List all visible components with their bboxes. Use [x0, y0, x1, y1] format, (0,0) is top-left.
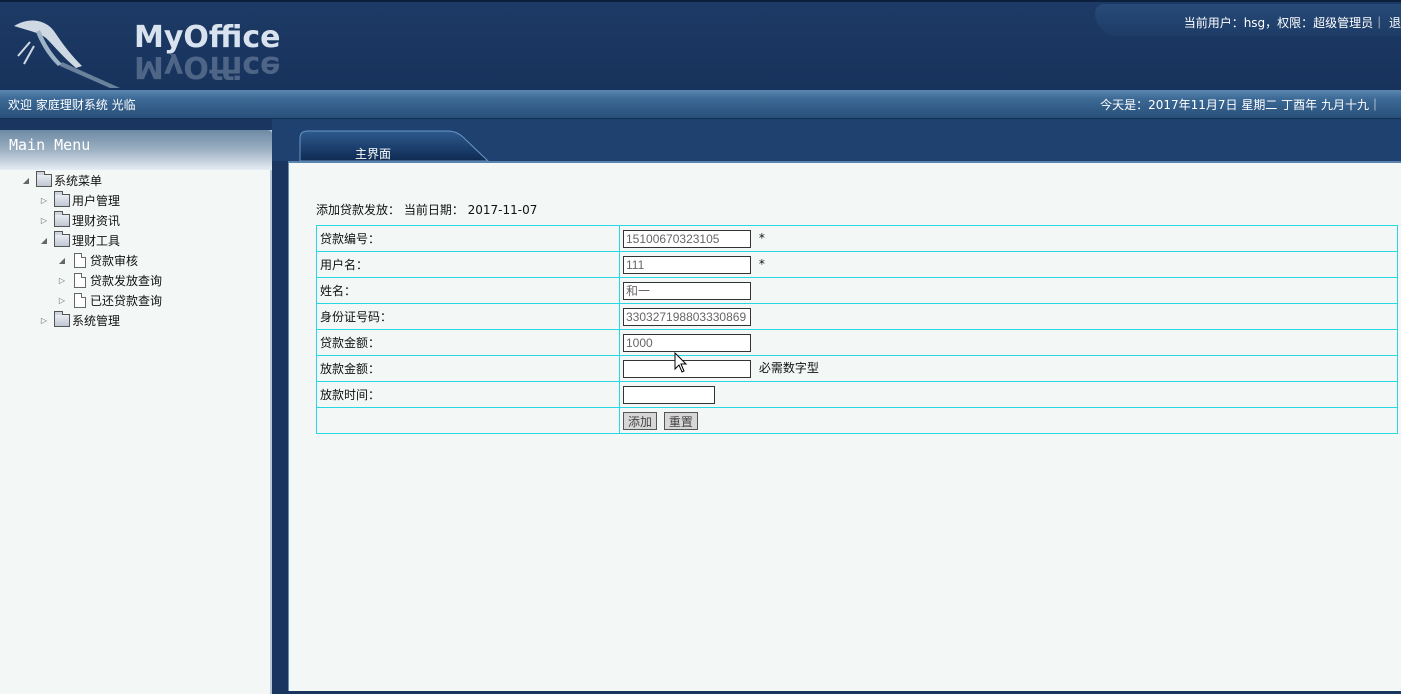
app-title: MyOffice	[134, 20, 281, 55]
button-cell: 添加 重置	[619, 407, 1398, 434]
welcome-bar: 欢迎 家庭理财系统 光临 今天是：2017年11月7日 星期二 丁酉年 九月十九…	[0, 90, 1401, 119]
expanded-arrow-icon[interactable]: ◢	[38, 236, 50, 245]
folder-icon	[36, 170, 52, 187]
username-input[interactable]	[623, 255, 751, 274]
required-marker: *	[758, 257, 765, 271]
table-row: 身份证号码：	[316, 303, 1398, 330]
field-label: 放款金额：	[316, 355, 620, 382]
form-caption: 添加贷款发放： 当前日期： 2017-11-07	[316, 203, 538, 217]
disbursement-time-input[interactable]	[623, 385, 715, 404]
field-cell	[619, 303, 1398, 330]
collapsed-arrow-icon[interactable]: ▷	[56, 296, 68, 305]
logo-figure-icon	[14, 20, 120, 88]
table-row: 添加 重置	[316, 407, 1398, 434]
document-icon	[74, 292, 86, 308]
tree-item-finance-tools[interactable]: ◢ 理财工具	[38, 230, 121, 249]
user-info[interactable]: 当前用户：hsg，权限：超级管理员｜ 退	[1184, 14, 1401, 31]
loan-amount-input[interactable]	[623, 333, 751, 352]
tree-item-system-management[interactable]: ▷ 系统管理	[38, 310, 121, 329]
field-cell: *	[619, 225, 1398, 252]
main-content: 添加贷款发放： 当前日期： 2017-11-07 贷款编号： * 用户名： * …	[288, 161, 1401, 691]
field-cell	[619, 277, 1398, 304]
welcome-text: 欢迎 家庭理财系统 光临	[8, 98, 136, 112]
tree-item-label: 贷款发放查询	[90, 273, 163, 288]
field-cell: *	[619, 251, 1398, 278]
name-input[interactable]	[623, 281, 751, 300]
field-label: 放款时间：	[316, 381, 620, 408]
app-header: MyOffice MyOffice 当前用户：hsg，权限：超级管理员｜ 退	[0, 0, 1401, 90]
field-label: 贷款金额：	[316, 329, 620, 356]
tree-item-system-menu[interactable]: ◢ 系统菜单	[20, 170, 103, 189]
folder-icon	[54, 310, 70, 327]
field-cell	[619, 381, 1398, 408]
tab-main-interface[interactable]: 主界面	[298, 130, 493, 161]
field-label: 贷款编号：	[316, 225, 620, 252]
id-number-input[interactable]	[623, 307, 751, 326]
app-title-reflection: MyOffice	[134, 54, 281, 84]
menu-header: Main Menu	[0, 130, 272, 170]
field-label: 身份证号码：	[316, 303, 620, 330]
table-row: 贷款金额：	[316, 329, 1398, 356]
tree-item-loan-review[interactable]: ◢ 贷款审核	[56, 251, 138, 269]
collapsed-arrow-icon[interactable]: ▷	[38, 216, 50, 225]
expanded-arrow-icon[interactable]: ◢	[56, 256, 68, 265]
document-icon	[74, 272, 86, 288]
table-row: 姓名：	[316, 277, 1398, 304]
tree-item-label: 已还贷款查询	[90, 293, 163, 308]
reset-button[interactable]: 重置	[663, 411, 698, 430]
folder-icon	[54, 230, 70, 247]
current-date: 今天是：2017年11月7日 星期二 丁酉年 九月十九｜	[1100, 98, 1381, 112]
tree-item-user-management[interactable]: ▷ 用户管理	[38, 190, 121, 209]
tree-item-label: 系统管理	[72, 313, 121, 328]
tree-item-label: 系统菜单	[54, 173, 103, 188]
loan-number-input[interactable]	[623, 229, 751, 248]
tab-label: 主界面	[355, 147, 392, 161]
loan-form-table: 贷款编号： * 用户名： * 姓名： 身份证号码： 贷款	[316, 225, 1398, 434]
tree-item-loan-disbursement-query[interactable]: ▷ 贷款发放查询	[56, 271, 162, 289]
folder-icon	[54, 190, 70, 207]
menu-title: Main Menu	[9, 136, 91, 154]
tree-item-finance-news[interactable]: ▷ 理财资讯	[38, 210, 121, 229]
tree-item-label: 理财资讯	[72, 213, 121, 228]
numeric-hint: 必需数字型	[758, 361, 819, 376]
tab-shape	[299, 130, 489, 161]
tree-item-label: 用户管理	[72, 193, 121, 208]
folder-icon	[54, 210, 70, 227]
table-row: 用户名： *	[316, 251, 1398, 278]
tree-item-label: 理财工具	[72, 233, 121, 248]
expanded-arrow-icon[interactable]: ◢	[20, 176, 32, 185]
field-cell: 必需数字型	[619, 355, 1398, 382]
tree-item-repaid-loan-query[interactable]: ▷ 已还贷款查询	[56, 291, 162, 309]
table-row: 放款金额： 必需数字型	[316, 355, 1398, 382]
add-button[interactable]: 添加	[623, 411, 658, 430]
collapsed-arrow-icon[interactable]: ▷	[56, 276, 68, 285]
collapsed-arrow-icon[interactable]: ▷	[38, 196, 50, 205]
field-cell	[619, 329, 1398, 356]
table-row: 贷款编号： *	[316, 225, 1398, 252]
field-label: 姓名：	[316, 277, 620, 304]
collapsed-arrow-icon[interactable]: ▷	[38, 316, 50, 325]
required-marker: *	[758, 231, 765, 245]
empty-cell	[316, 407, 620, 434]
document-icon	[74, 252, 86, 268]
mouse-cursor-icon	[674, 352, 688, 373]
tree-item-label: 贷款审核	[90, 253, 139, 268]
table-row: 放款时间：	[316, 381, 1398, 408]
field-label: 用户名：	[316, 251, 620, 278]
left-menu-panel: Main Menu ◢ 系统菜单 ▷ 用户管理 ▷ 理财资讯 ◢ 理财工具 ◢ …	[0, 130, 272, 694]
